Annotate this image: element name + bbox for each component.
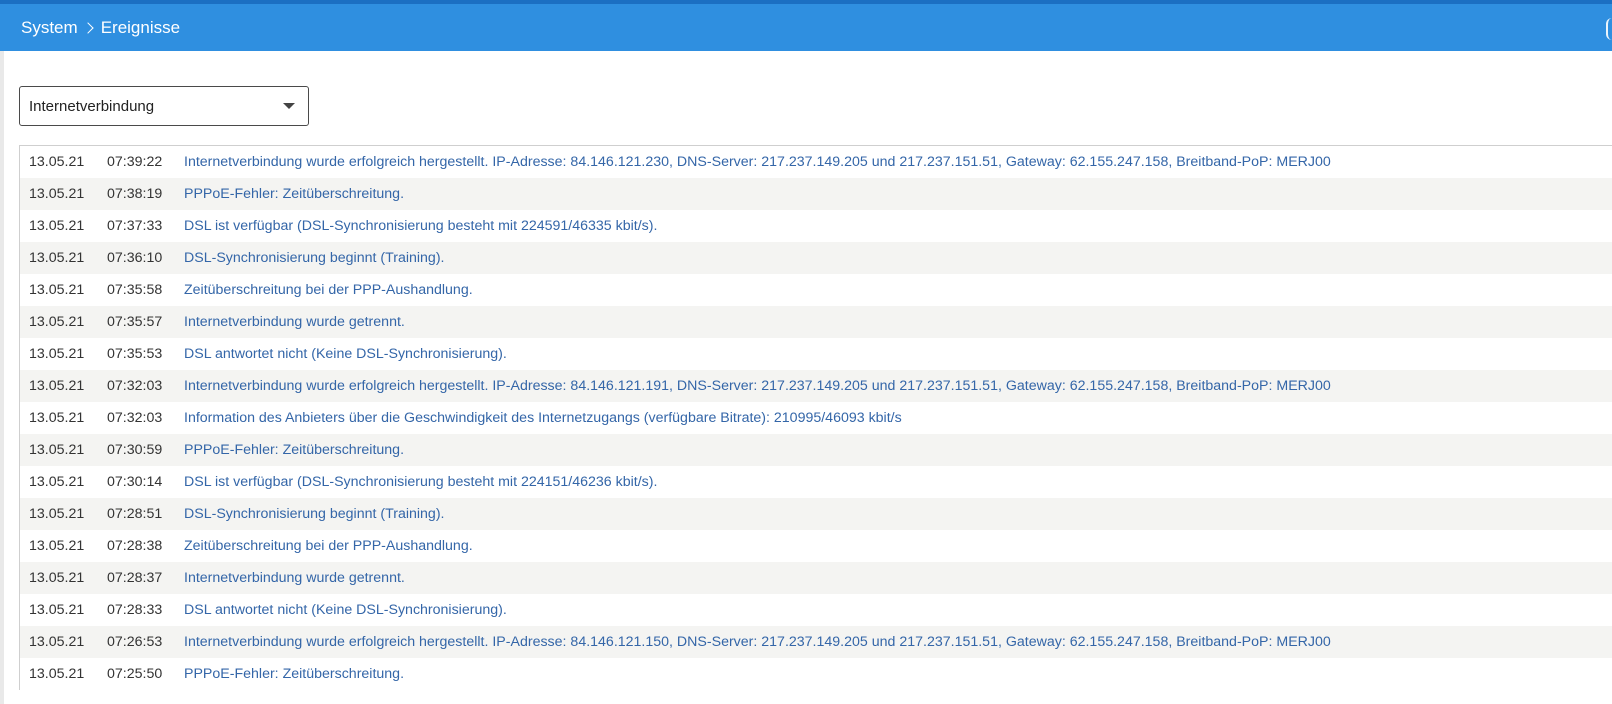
event-date: 13.05.21 — [29, 154, 85, 170]
event-row: 13.05.21 07:37:33 DSL ist verfügbar (DSL-S… — [20, 210, 1612, 242]
event-row: 13.05.21 07:28:51 DSL-Synchronisierung beg… — [20, 498, 1612, 530]
event-date: 13.05.21 — [29, 602, 85, 618]
event-row: 13.05.21 07:28:37 Internetverbindung wurde… — [20, 562, 1612, 594]
event-message: Internetverbindung wurde getrennt. — [184, 314, 405, 330]
event-date: 13.05.21 — [29, 378, 85, 394]
dropdown-arrow-icon — [283, 103, 295, 109]
event-message: Internetverbindung wurde erfolgreich her… — [184, 378, 1331, 394]
event-log-table: 13.05.21 07:39:22 Internetverbindung wurde… — [19, 145, 1612, 690]
event-date: 13.05.21 — [29, 442, 85, 458]
event-time: 07:28:33 — [107, 602, 163, 618]
event-filter-value: Internetverbindung — [29, 97, 155, 115]
header-bar: System Ereignisse — [0, 4, 1612, 51]
event-date: 13.05.21 — [29, 250, 85, 266]
event-message: PPPoE-Fehler: Zeitüberschreitung. — [184, 442, 405, 458]
event-time: 07:28:37 — [107, 570, 163, 586]
event-date: 13.05.21 — [29, 314, 85, 330]
event-filter-select[interactable]: Internetverbindung — [19, 86, 309, 126]
event-time: 07:39:22 — [107, 154, 163, 170]
event-message: Information des Anbieters über die Gesch… — [184, 410, 902, 426]
event-date: 13.05.21 — [29, 570, 85, 586]
event-row: 13.05.21 07:32:03 Information des Anbieter… — [20, 402, 1612, 434]
event-message: DSL antwortet nicht (Keine DSL-Synchroni… — [184, 346, 507, 362]
event-row: 13.05.21 07:36:10 DSL-Synchronisierung beg… — [20, 242, 1612, 274]
event-time: 07:35:53 — [107, 346, 163, 362]
event-date: 13.05.21 — [29, 506, 85, 522]
event-message: DSL-Synchronisierung beginnt (Training). — [184, 250, 445, 266]
event-row: 13.05.21 07:28:33 DSL antwortet nicht (Kei… — [20, 594, 1612, 626]
event-time: 07:35:58 — [107, 282, 163, 298]
event-message: Zeitüberschreitung bei der PPP-Aushandlu… — [184, 538, 473, 554]
event-row: 13.05.21 07:32:03 Internetverbindung wurde… — [20, 370, 1612, 402]
event-row: 13.05.21 07:35:57 Internetverbindung wurde… — [20, 306, 1612, 338]
event-date: 13.05.21 — [29, 186, 85, 202]
event-time: 07:32:03 — [107, 410, 163, 426]
event-row: 13.05.21 07:35:53 DSL antwortet nicht (Kei… — [20, 338, 1612, 370]
event-row: 13.05.21 07:30:59 PPPoE-Fehler: Zeitübersc… — [20, 434, 1612, 466]
event-message: DSL antwortet nicht (Keine DSL-Synchroni… — [184, 602, 507, 618]
event-message: DSL-Synchronisierung beginnt (Training). — [184, 506, 445, 522]
event-row: 13.05.21 07:26:53 Internetverbindung wurde… — [20, 626, 1612, 658]
breadcrumb: System Ereignisse — [21, 18, 180, 38]
event-date: 13.05.21 — [29, 218, 85, 234]
event-message: PPPoE-Fehler: Zeitüberschreitung. — [184, 186, 405, 202]
event-time: 07:35:57 — [107, 314, 163, 330]
chevron-right-icon — [82, 21, 94, 34]
event-row: 13.05.21 07:38:19 PPPoE-Fehler: Zeitübersc… — [20, 178, 1612, 210]
event-date: 13.05.21 — [29, 634, 85, 650]
event-date: 13.05.21 — [29, 666, 85, 682]
event-message: Internetverbindung wurde erfolgreich her… — [184, 634, 1331, 650]
header-edge-icon — [1606, 18, 1612, 40]
event-time: 07:28:51 — [107, 506, 163, 522]
event-time: 07:30:14 — [107, 474, 163, 490]
event-message: Internetverbindung wurde getrennt. — [184, 570, 405, 586]
event-message: PPPoE-Fehler: Zeitüberschreitung. — [184, 666, 405, 682]
event-time: 07:25:50 — [107, 666, 163, 682]
event-message: Zeitüberschreitung bei der PPP-Aushandlu… — [184, 282, 473, 298]
event-message: DSL ist verfügbar (DSL-Synchronisierung … — [184, 474, 658, 490]
event-row: 13.05.21 07:39:22 Internetverbindung wurde… — [20, 146, 1612, 178]
event-date: 13.05.21 — [29, 410, 85, 426]
breadcrumb-current: Ereignisse — [100, 17, 181, 37]
breadcrumb-system-link[interactable]: System — [21, 18, 78, 38]
left-border — [0, 51, 4, 704]
event-time: 07:26:53 — [107, 634, 163, 650]
event-date: 13.05.21 — [29, 346, 85, 362]
event-date: 13.05.21 — [29, 538, 85, 554]
event-row: 13.05.21 07:35:58 Zeitüberschreitung bei d… — [20, 274, 1612, 306]
event-time: 07:30:59 — [107, 442, 163, 458]
event-row: 13.05.21 07:25:50 PPPoE-Fehler: Zeitübersc… — [20, 658, 1612, 690]
event-time: 07:28:38 — [107, 538, 163, 554]
event-date: 13.05.21 — [29, 474, 85, 490]
event-time: 07:36:10 — [107, 250, 163, 266]
event-row: 13.05.21 07:30:14 DSL ist verfügbar (DSL-S… — [20, 466, 1612, 498]
event-time: 07:32:03 — [107, 378, 163, 394]
event-time: 07:38:19 — [107, 186, 163, 202]
event-date: 13.05.21 — [29, 282, 85, 298]
event-message: DSL ist verfügbar (DSL-Synchronisierung … — [184, 218, 658, 234]
event-row: 13.05.21 07:28:38 Zeitüberschreitung bei d… — [20, 530, 1612, 562]
event-message: Internetverbindung wurde erfolgreich her… — [184, 154, 1331, 170]
event-time: 07:37:33 — [107, 218, 163, 234]
